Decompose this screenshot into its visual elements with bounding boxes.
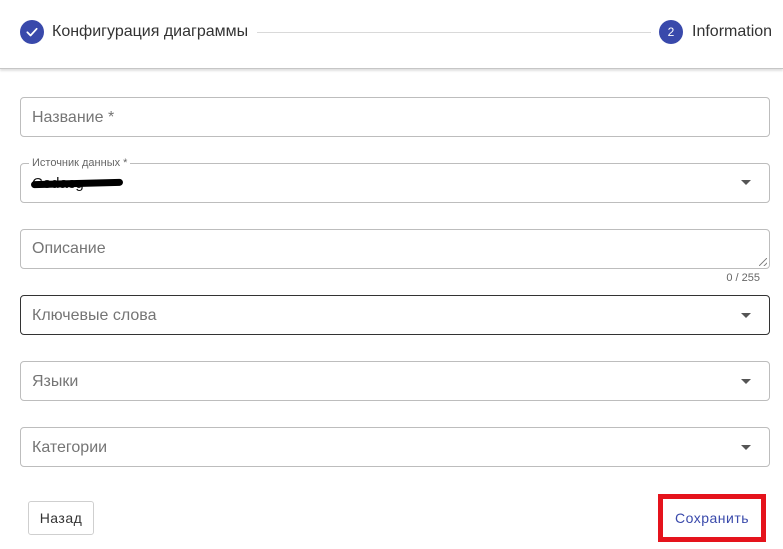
name-field[interactable]: Название * [20, 97, 770, 137]
step-1-label[interactable]: Конфигурация диаграммы [52, 23, 248, 41]
categories-select[interactable]: Категории [20, 427, 770, 467]
step-connector [257, 32, 651, 33]
keywords-select[interactable]: Ключевые слова [20, 295, 770, 335]
check-icon [26, 27, 38, 37]
data-source-select[interactable]: Источник данных * Codacg [20, 157, 770, 203]
resize-handle-icon[interactable] [759, 258, 767, 266]
stepper-header: Конфигурация диаграммы 2 Information [0, 0, 783, 69]
chevron-down-icon[interactable] [741, 313, 751, 318]
chevron-down-icon[interactable] [741, 379, 751, 384]
redaction-mark [30, 178, 124, 189]
data-source-label: Источник данных * [29, 157, 131, 169]
chevron-down-icon[interactable] [741, 445, 751, 450]
description-textarea[interactable]: Описание [20, 229, 770, 269]
description-placeholder: Описание [32, 240, 106, 257]
chevron-down-icon[interactable] [741, 180, 751, 185]
step-2-number: 2 [659, 20, 683, 44]
keywords-placeholder: Ключевые слова [32, 307, 157, 324]
save-button[interactable]: Сохранить [664, 501, 760, 535]
description-char-counter: 0 / 255 [726, 272, 760, 284]
step-complete-icon[interactable] [20, 20, 44, 44]
back-button[interactable]: Назад [28, 501, 94, 535]
languages-placeholder: Языки [32, 373, 79, 390]
categories-placeholder: Категории [32, 439, 108, 456]
languages-select[interactable]: Языки [20, 361, 770, 401]
step-2-label: Information [692, 23, 773, 40]
name-placeholder: Название * [32, 109, 115, 126]
